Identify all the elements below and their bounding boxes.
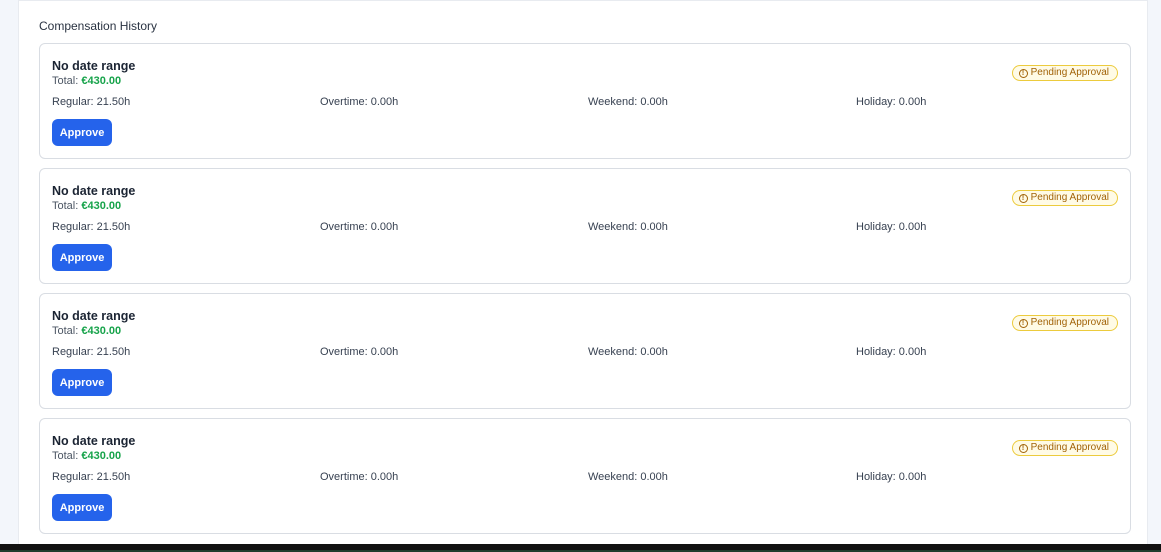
- status-badge-label: Pending Approval: [1030, 317, 1109, 328]
- weekend-hours: Weekend: 0.00h: [588, 471, 668, 483]
- compensation-card: No date range Total: €430.00 ! Pending A…: [39, 293, 1131, 409]
- overtime-hours: Overtime: 0.00h: [320, 221, 399, 233]
- section-title: Compensation History: [39, 19, 158, 33]
- card-title: No date range: [52, 434, 136, 448]
- overtime-hours: Overtime: 0.00h: [320, 471, 399, 483]
- approve-button[interactable]: Approve: [52, 369, 112, 396]
- panel-divider: [19, 0, 1147, 1]
- status-badge-label: Pending Approval: [1030, 67, 1109, 78]
- status-badge-label: Pending Approval: [1030, 192, 1109, 203]
- card-total: Total: €430.00: [52, 200, 121, 212]
- total-amount: €430.00: [81, 450, 122, 462]
- total-label: Total:: [52, 450, 82, 462]
- info-circle-icon: !: [1018, 443, 1028, 453]
- info-circle-icon: !: [1018, 68, 1028, 78]
- card-title: No date range: [52, 309, 136, 323]
- info-circle-icon: !: [1018, 318, 1028, 328]
- total-label: Total:: [52, 75, 82, 87]
- compensation-card: No date range Total: €430.00 ! Pending A…: [39, 43, 1131, 159]
- regular-hours: Regular: 21.50h: [52, 221, 131, 233]
- card-total: Total: €430.00: [52, 75, 121, 87]
- holiday-hours: Holiday: 0.00h: [856, 346, 927, 358]
- total-amount: €430.00: [81, 75, 122, 87]
- bottom-bar: [0, 544, 1161, 552]
- approve-button[interactable]: Approve: [52, 244, 112, 271]
- weekend-hours: Weekend: 0.00h: [588, 96, 668, 108]
- compensation-panel: Compensation History No date range Total…: [18, 0, 1148, 544]
- compensation-card: No date range Total: €430.00 ! Pending A…: [39, 168, 1131, 284]
- holiday-hours: Holiday: 0.00h: [856, 221, 927, 233]
- status-badge: ! Pending Approval: [1011, 65, 1118, 81]
- compensation-card: No date range Total: €430.00 ! Pending A…: [39, 418, 1131, 534]
- regular-hours: Regular: 21.50h: [52, 96, 131, 108]
- status-badge-label: Pending Approval: [1030, 442, 1109, 453]
- status-badge: ! Pending Approval: [1011, 190, 1118, 206]
- info-circle-icon: !: [1018, 193, 1028, 203]
- overtime-hours: Overtime: 0.00h: [320, 96, 399, 108]
- regular-hours: Regular: 21.50h: [52, 346, 131, 358]
- card-title: No date range: [52, 59, 136, 73]
- total-label: Total:: [52, 200, 82, 212]
- card-title: No date range: [52, 184, 136, 198]
- approve-button[interactable]: Approve: [52, 119, 112, 146]
- total-label: Total:: [52, 325, 82, 337]
- weekend-hours: Weekend: 0.00h: [588, 346, 668, 358]
- holiday-hours: Holiday: 0.00h: [856, 471, 927, 483]
- holiday-hours: Holiday: 0.00h: [856, 96, 927, 108]
- status-badge: ! Pending Approval: [1011, 315, 1118, 331]
- approve-button[interactable]: Approve: [52, 494, 112, 521]
- status-badge: ! Pending Approval: [1011, 440, 1118, 456]
- overtime-hours: Overtime: 0.00h: [320, 346, 399, 358]
- card-total: Total: €430.00: [52, 450, 121, 462]
- total-amount: €430.00: [81, 325, 122, 337]
- weekend-hours: Weekend: 0.00h: [588, 221, 668, 233]
- total-amount: €430.00: [81, 200, 122, 212]
- card-total: Total: €430.00: [52, 325, 121, 337]
- regular-hours: Regular: 21.50h: [52, 471, 131, 483]
